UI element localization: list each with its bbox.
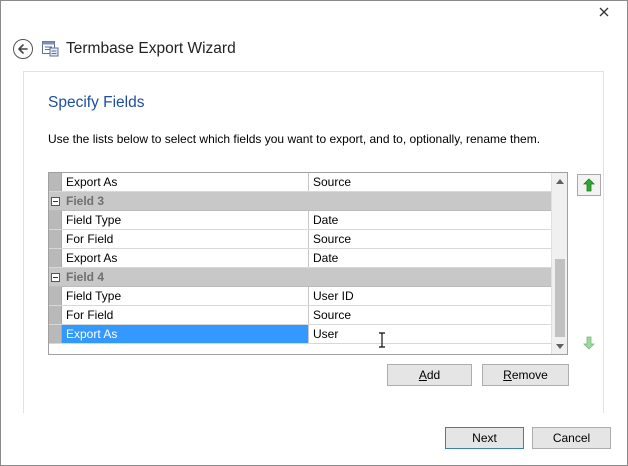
grid-property-row[interactable]: Field Type Date xyxy=(49,211,552,230)
scroll-thumb[interactable] xyxy=(555,259,565,337)
wizard-window: Termbase Export Wizard Specify Fields Us… xyxy=(0,0,628,466)
category-label: Field 4 xyxy=(66,270,105,284)
property-name-cell[interactable]: Field Type xyxy=(62,211,309,229)
grid-property-row[interactable]: Export As User xyxy=(49,325,552,344)
add-button[interactable]: Add xyxy=(387,364,472,386)
close-icon xyxy=(599,7,609,17)
remove-button[interactable]: Remove xyxy=(482,364,569,386)
grid-property-row[interactable]: For Field Source xyxy=(49,306,552,325)
property-value-cell[interactable]: Source xyxy=(309,306,552,324)
add-button-label: Add xyxy=(418,368,441,382)
grid-category-row[interactable]: Field 3 xyxy=(49,192,552,211)
green-arrow-down-icon xyxy=(583,336,595,350)
row-gutter xyxy=(49,211,62,229)
property-name-cell[interactable]: Export As xyxy=(62,325,309,343)
text-cursor-icon xyxy=(379,332,385,348)
back-button[interactable] xyxy=(13,39,33,59)
row-gutter xyxy=(49,325,62,343)
chevron-down-icon xyxy=(556,343,564,349)
property-value-cell[interactable]: User xyxy=(309,325,552,343)
property-value-cell[interactable]: Source xyxy=(309,173,552,191)
scroll-up-button[interactable] xyxy=(552,173,567,189)
fields-property-grid[interactable]: Export As Source Field 3 Field Type Date For … xyxy=(48,172,568,355)
row-gutter xyxy=(49,230,62,248)
next-button[interactable]: Next xyxy=(445,427,524,449)
back-arrow-icon xyxy=(18,44,28,54)
collapse-toggle[interactable] xyxy=(49,268,62,286)
page-title: Specify Fields xyxy=(48,94,145,111)
window-title: Termbase Export Wizard xyxy=(66,40,236,57)
row-gutter xyxy=(49,173,62,191)
green-arrow-up-icon xyxy=(583,178,595,192)
grid-property-row[interactable]: Field Type User ID xyxy=(49,287,552,306)
category-label: Field 3 xyxy=(66,194,105,208)
move-down-button[interactable] xyxy=(577,332,601,354)
instructions-text: Use the lists below to select which fiel… xyxy=(48,132,541,146)
cancel-button[interactable]: Cancel xyxy=(532,427,611,449)
collapse-toggle[interactable] xyxy=(49,192,62,210)
property-name-cell[interactable]: Export As xyxy=(62,249,309,267)
property-name-cell[interactable]: For Field xyxy=(62,306,309,324)
property-value-cell[interactable]: Date xyxy=(309,249,552,267)
row-gutter xyxy=(49,306,62,324)
scroll-down-button[interactable] xyxy=(552,338,567,354)
property-value-cell[interactable]: Source xyxy=(309,230,552,248)
property-value-cell[interactable]: User ID xyxy=(309,287,552,305)
remove-button-label: Remove xyxy=(503,368,548,382)
close-button[interactable] xyxy=(587,1,621,23)
property-value-cell[interactable]: Date xyxy=(309,211,552,229)
move-up-button[interactable] xyxy=(577,174,601,196)
collapse-minus-icon xyxy=(51,272,60,282)
grid-property-row[interactable]: For Field Source xyxy=(49,230,552,249)
collapse-minus-icon xyxy=(51,196,60,206)
wizard-page: Specify Fields Use the lists below to se… xyxy=(23,71,604,413)
grid-property-row[interactable]: Export As Date xyxy=(49,249,552,268)
property-name-cell[interactable]: Field Type xyxy=(62,287,309,305)
wizard-header: Termbase Export Wizard xyxy=(1,27,627,71)
grid-rows: Export As Source Field 3 Field Type Date For … xyxy=(49,173,552,344)
grid-property-row[interactable]: Export As Source xyxy=(49,173,552,192)
property-name-cell[interactable]: For Field xyxy=(62,230,309,248)
grid-category-row[interactable]: Field 4 xyxy=(49,268,552,287)
property-name-cell[interactable]: Export As xyxy=(62,173,309,191)
termbase-icon xyxy=(42,41,59,57)
row-gutter xyxy=(49,287,62,305)
grid-vertical-scrollbar[interactable] xyxy=(551,173,567,354)
chevron-up-icon xyxy=(556,178,564,184)
row-gutter xyxy=(49,249,62,267)
